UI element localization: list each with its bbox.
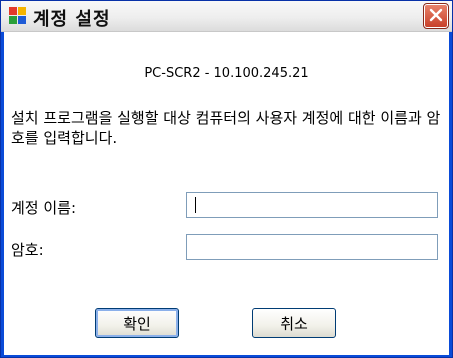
close-button[interactable] bbox=[423, 3, 449, 29]
window-title: 계정 설정 bbox=[33, 9, 111, 30]
account-settings-dialog: 계정 설정 PC-SCR2 - 10.100.245.21 설치 프로그램을 실… bbox=[0, 0, 453, 358]
text-caret bbox=[195, 197, 196, 213]
ok-button[interactable]: 확인 bbox=[95, 308, 179, 338]
username-field[interactable] bbox=[186, 192, 438, 218]
app-logo-icon bbox=[9, 7, 27, 25]
password-field[interactable] bbox=[186, 234, 438, 260]
dialog-body: PC-SCR2 - 10.100.245.21 설치 프로그램을 실행할 대상 … bbox=[4, 32, 449, 355]
close-icon bbox=[429, 7, 443, 26]
password-label: 암호: bbox=[11, 241, 44, 259]
instructions-text: 설치 프로그램을 실행할 대상 컴퓨터의 사용자 계정에 대한 이름과 암호를 … bbox=[11, 109, 441, 147]
target-host: PC-SCR2 - 10.100.245.21 bbox=[144, 66, 309, 81]
title-bar[interactable]: 계정 설정 bbox=[1, 1, 452, 32]
username-label: 계정 이름: bbox=[11, 199, 77, 217]
cancel-button-label: 취소 bbox=[280, 314, 308, 333]
cancel-button[interactable]: 취소 bbox=[252, 308, 336, 338]
ok-button-label: 확인 bbox=[123, 314, 151, 333]
